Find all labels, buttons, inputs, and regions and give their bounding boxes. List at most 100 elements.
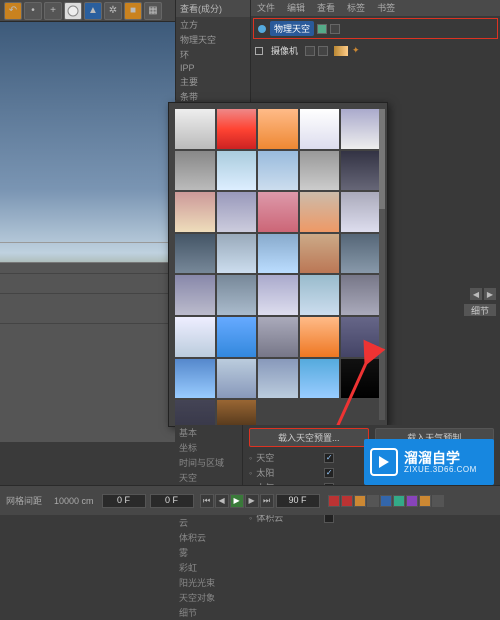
sky-preset-32[interactable] [258, 359, 298, 399]
sky-preset-1[interactable] [217, 109, 257, 149]
cam-toggle-1[interactable] [305, 46, 315, 56]
attr-tab-1[interactable]: 编辑 [281, 0, 311, 16]
scrollbar-thumb[interactable] [379, 109, 385, 209]
grid-label: 网格间距 [0, 494, 48, 507]
sky-preset-11[interactable] [217, 192, 257, 232]
sky-preset-2[interactable] [258, 109, 298, 149]
sidebar-item-10[interactable]: 阳光光束 [175, 575, 242, 590]
tool-btn-1[interactable]: ↶ [4, 2, 22, 20]
sky-preset-15[interactable] [175, 234, 215, 274]
record-strip [328, 495, 444, 507]
rec-btn-8[interactable] [419, 495, 431, 507]
attr-tab-4[interactable]: 书签 [371, 0, 401, 16]
sky-preset-12[interactable] [258, 192, 298, 232]
sidebar-item-9[interactable]: 彩虹 [175, 560, 242, 575]
rec-btn-2[interactable] [341, 495, 353, 507]
sky-preset-18[interactable] [300, 234, 340, 274]
sky-preset-27[interactable] [258, 317, 298, 357]
obj-item-2[interactable]: 环 [176, 47, 250, 62]
sky-preset-6[interactable] [217, 151, 257, 191]
sky-preset-10[interactable] [175, 192, 215, 232]
tool-btn-render[interactable]: ■ [124, 2, 142, 20]
sky-preset-7[interactable] [258, 151, 298, 191]
transport-last[interactable]: ⏭ [260, 494, 274, 508]
viewport[interactable] [0, 22, 175, 442]
watermark-play-icon [370, 448, 398, 476]
sky-preset-24[interactable] [341, 275, 381, 315]
attr-row-physical-sky[interactable]: 物理天空 [253, 18, 498, 39]
sky-preset-30[interactable] [175, 359, 215, 399]
attr-tab-3[interactable]: 标签 [341, 0, 371, 16]
sidebar-item-12[interactable]: 细节 [175, 605, 242, 620]
sky-preset-13[interactable] [300, 192, 340, 232]
obj-item-4[interactable]: 主要 [176, 74, 250, 89]
transport-play[interactable]: ▶ [230, 494, 244, 508]
load-sky-preset-button[interactable]: 载入天空预置... [249, 428, 369, 447]
sky-preset-21[interactable] [217, 275, 257, 315]
tool-btn-3[interactable]: + [44, 2, 62, 20]
tool-btn-more[interactable]: ▦ [144, 2, 162, 20]
sky-preset-31[interactable] [217, 359, 257, 399]
rec-btn-5[interactable] [380, 495, 392, 507]
transport-first[interactable]: ⏮ [200, 494, 214, 508]
camera-label: 摄像机 [267, 43, 302, 58]
object-manager: 查看(成分) 立方物理天空环IPP主要条带 多边形画笔 [175, 0, 250, 100]
sky-preset-16[interactable] [217, 234, 257, 274]
tool-btn-cone[interactable]: ▲ [84, 2, 102, 20]
sidebar-item-8[interactable]: 雾 [175, 545, 242, 560]
sky-preset-23[interactable] [300, 275, 340, 315]
attr-tab-2[interactable]: 查看 [311, 0, 341, 16]
sky-preset-22[interactable] [258, 275, 298, 315]
sky-preset-14[interactable] [341, 192, 381, 232]
sidebar-item-11[interactable]: 天空对象 [175, 590, 242, 605]
rec-btn-1[interactable] [328, 495, 340, 507]
attr-tab-0[interactable]: 文件 [251, 0, 281, 16]
vis-toggle-1[interactable] [317, 24, 327, 34]
tool-btn-sphere[interactable] [64, 2, 82, 20]
sky-preset-4[interactable] [341, 109, 381, 149]
sky-preset-0[interactable] [175, 109, 215, 149]
sidebar-item-7[interactable]: 体积云 [175, 530, 242, 545]
sidebar-item-6[interactable]: 云 [175, 515, 242, 530]
frame-end[interactable]: 90 F [276, 494, 320, 508]
sky-preset-17[interactable] [258, 234, 298, 274]
arrow-right[interactable]: ▶ [484, 288, 496, 300]
vis-toggle-2[interactable] [330, 24, 340, 34]
tool-btn-light[interactable]: ✲ [104, 2, 122, 20]
detail-button[interactable]: 细节 [464, 304, 496, 316]
sidebar-item-1[interactable]: 坐标 [175, 440, 242, 455]
obj-item-0[interactable]: 立方 [176, 17, 250, 32]
transport-prev[interactable]: ◀ [215, 494, 229, 508]
rec-btn-9[interactable] [432, 495, 444, 507]
sky-preset-19[interactable] [341, 234, 381, 274]
rec-btn-7[interactable] [406, 495, 418, 507]
obj-item-3[interactable]: IPP [176, 62, 250, 74]
tool-btn-2[interactable]: • [24, 2, 42, 20]
sky-preset-20[interactable] [175, 275, 215, 315]
frame-cur[interactable]: 0 F [150, 494, 194, 508]
attr-row-camera[interactable]: 摄像机 ✦ [251, 41, 500, 60]
sky-preset-9[interactable] [341, 151, 381, 191]
sky-preset-26[interactable] [217, 317, 257, 357]
sky-preset-8[interactable] [300, 151, 340, 191]
watermark-url: ZIXUE.3D66.COM [404, 465, 477, 474]
arrow-left[interactable]: ◀ [470, 288, 482, 300]
rec-btn-4[interactable] [367, 495, 379, 507]
sky-preset-25[interactable] [175, 317, 215, 357]
sky-preset-5[interactable] [175, 151, 215, 191]
sidebar-item-3[interactable]: 天空 [175, 470, 242, 485]
rec-btn-6[interactable] [393, 495, 405, 507]
rec-btn-3[interactable] [354, 495, 366, 507]
camera-color-swatch[interactable] [334, 46, 348, 56]
frame-start[interactable]: 0 F [102, 494, 146, 508]
transport-next[interactable]: ▶ [245, 494, 259, 508]
attr-tabs: 文件编辑查看标签书签 [251, 0, 500, 16]
sky-preset-3[interactable] [300, 109, 340, 149]
sidebar-item-2[interactable]: 时间与区域 [175, 455, 242, 470]
obj-item-1[interactable]: 物理天空 [176, 32, 250, 47]
prop-check-1[interactable]: ✓ [324, 468, 334, 478]
cam-toggle-2[interactable] [318, 46, 328, 56]
prop-check-0[interactable]: ✓ [324, 453, 334, 463]
sidebar-item-0[interactable]: 基本 [175, 425, 242, 440]
watermark-text: 溜溜自学 [404, 451, 477, 465]
